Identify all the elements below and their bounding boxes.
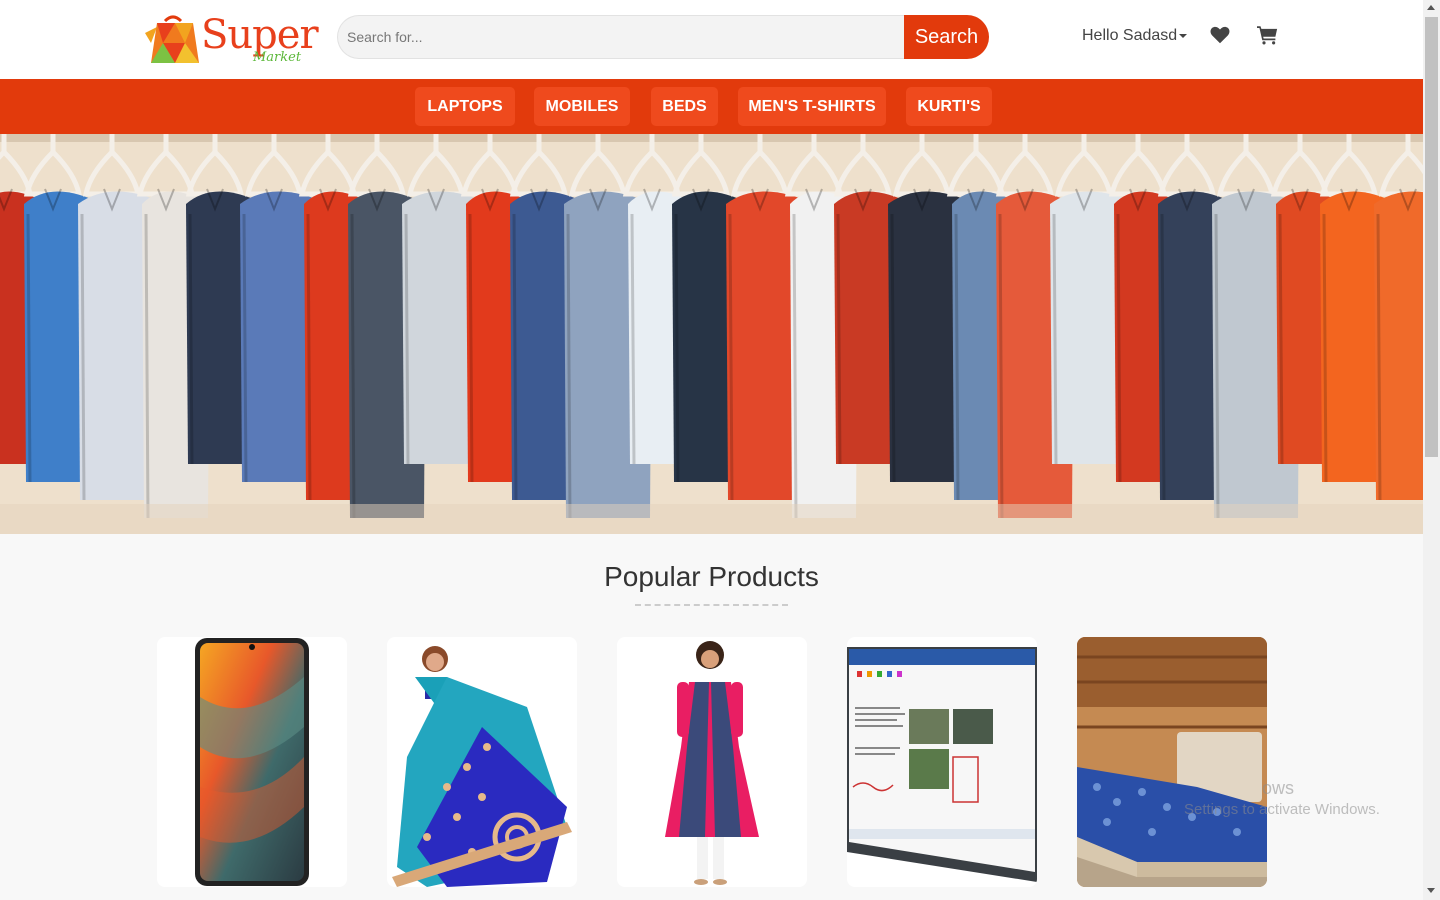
- product-card-saree[interactable]: [387, 637, 577, 887]
- product-card-smartphone[interactable]: [157, 637, 347, 887]
- product-card-laptop[interactable]: [847, 637, 1037, 887]
- brand-tagline: Market: [253, 50, 302, 65]
- brand-logo[interactable]: Super Market: [143, 12, 319, 67]
- search-button[interactable]: Search: [904, 15, 989, 59]
- category-nav: LAPTOPS MOBILES BEDS MEN'S T-SHIRTS KURT…: [0, 79, 1423, 134]
- bed-image: [1077, 637, 1267, 887]
- category-laptops[interactable]: LAPTOPS: [415, 87, 515, 126]
- activation-watermark-title: ows: [1262, 778, 1295, 798]
- scrollbar-thumb[interactable]: [1425, 17, 1438, 457]
- activation-watermark-text: Settings to activate Windows.: [1184, 801, 1380, 818]
- search-bar: Search: [337, 15, 989, 59]
- section-title: Popular Products: [604, 561, 819, 592]
- category-mens-t-shirts[interactable]: MEN'S T-SHIRTS: [738, 87, 886, 126]
- scroll-up-arrow-icon[interactable]: [1427, 5, 1435, 10]
- laptop-image: [847, 647, 1037, 882]
- saree-image: [392, 646, 572, 887]
- shopping-cart-icon[interactable]: [1257, 25, 1278, 45]
- clothes-rack-image: [0, 134, 1423, 534]
- hero-banner: [0, 134, 1423, 534]
- heart-icon[interactable]: [1209, 24, 1231, 46]
- user-greeting: Hello Sadasd: [1082, 27, 1178, 44]
- scroll-down-arrow-icon[interactable]: [1427, 888, 1435, 893]
- page-scrollbar[interactable]: [1423, 0, 1440, 900]
- search-input[interactable]: [337, 15, 917, 59]
- caret-down-icon: [1179, 33, 1188, 38]
- site-header: Super Market Search Hello Sadasd: [0, 0, 1423, 79]
- kurti-image: [665, 641, 759, 885]
- category-beds[interactable]: BEDS: [651, 87, 718, 126]
- user-account-dropdown[interactable]: Hello Sadasd: [1082, 27, 1188, 45]
- product-card-kurti[interactable]: [617, 637, 807, 887]
- title-divider: [635, 604, 788, 606]
- shopping-bag-logo-icon: [145, 15, 199, 63]
- category-kurtis[interactable]: KURTI'S: [906, 87, 992, 126]
- product-card-bed[interactable]: [1077, 637, 1267, 887]
- category-mobiles[interactable]: MOBILES: [534, 87, 630, 126]
- smartphone-image: [195, 638, 309, 886]
